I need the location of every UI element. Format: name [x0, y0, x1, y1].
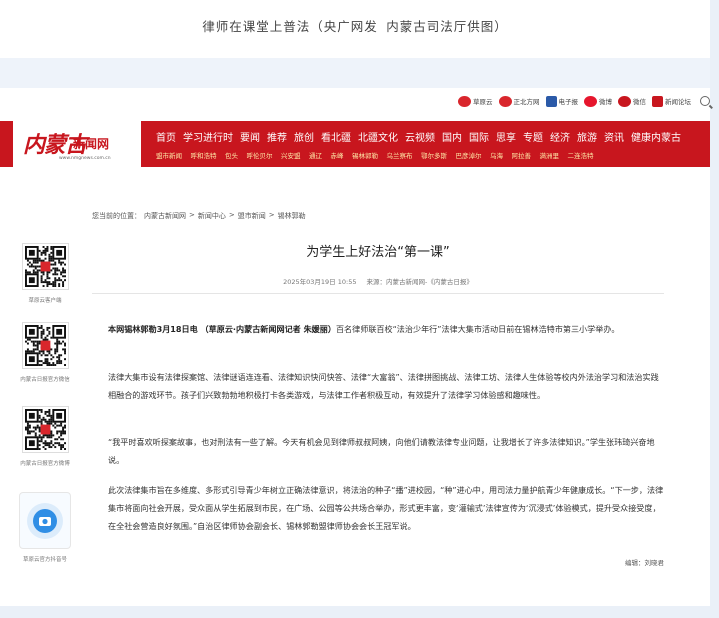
city-nav-item[interactable]: 包头	[225, 150, 238, 160]
site-logo[interactable]: 内蒙古 新闻网 www.nmgnews.com.cn	[13, 121, 141, 167]
city-nav-item[interactable]: 乌海	[490, 150, 503, 160]
zhengbeifang-icon	[498, 95, 512, 107]
qr-block-weibo: 内蒙古日报官方微博	[14, 406, 76, 467]
breadcrumb-link[interactable]: 新闻中心	[198, 211, 226, 221]
breadcrumb: 您当前的位置： 内蒙古新闻网 > 新闻中心 > 盟市新闻 > 锡林郭勒	[92, 211, 306, 221]
forum-icon	[652, 95, 663, 107]
share-label: 微博	[599, 98, 612, 106]
nav-item[interactable]: 看北疆	[321, 129, 351, 144]
breadcrumb-separator: >	[268, 211, 275, 219]
nav-item[interactable]: 旅游	[577, 129, 597, 144]
share-label: 草原云	[473, 98, 493, 106]
share-label: 正北方网	[513, 98, 540, 106]
city-nav-item[interactable]: 盟市新闻	[156, 150, 182, 160]
qr-code-icon	[21, 322, 69, 369]
nav-item[interactable]: 北疆文化	[358, 129, 398, 144]
title-divider	[92, 293, 664, 294]
city-nav-item[interactable]: 赤峰	[331, 150, 344, 160]
breadcrumb-link[interactable]: 盟市新闻	[238, 211, 266, 221]
breadcrumb-link[interactable]: 锡林郭勒	[278, 211, 306, 221]
nav-item[interactable]: 国内	[442, 129, 462, 144]
nav-item[interactable]: 资讯	[604, 129, 624, 144]
qr-code-icon	[21, 243, 69, 290]
article-paragraph: “我平时喜欢听探案故事，也对刑法有一些了解。今天有机会见到律师叔叔阿姨，向他们请…	[108, 437, 655, 465]
city-nav-item[interactable]: 二连浩特	[568, 150, 594, 160]
share-item[interactable]: 草原云	[458, 95, 493, 107]
page-right-margin	[710, 0, 719, 618]
primary-nav: 首页 学习进行时 要闻 推荐 旅创 看北疆 北疆文化 云视频 国内 国际 思享 专题 经济 旅游 资讯 健康内…	[156, 129, 681, 144]
share-item[interactable]: 正北方网	[498, 95, 540, 107]
city-nav: 盟市新闻 呼和浩特 包头 呼伦贝尔 兴安盟 通辽 赤峰 锡林郭勒 乌兰察布 鄂尔多斯 巴彦淖尔 乌海阿…	[156, 150, 594, 160]
qr-block-douyin: 草原云官方抖音号	[14, 492, 76, 563]
article-paragraph: 法律大集市设有法律探案馆、法律谜语连连看、法律知识快问快答、法律“大富翁”、法律…	[108, 372, 659, 400]
article-date: 2025年03月19日 10:55	[283, 278, 357, 286]
qr-label: 内蒙古日报官方微信	[20, 377, 70, 383]
city-nav-item[interactable]: 兴安盟	[281, 150, 301, 160]
qr-code-icon	[21, 406, 69, 453]
nav-item[interactable]: 云视频	[405, 129, 435, 144]
city-nav-item[interactable]: 锡林郭勒	[352, 150, 378, 160]
share-item[interactable]: 新闻论坛	[652, 95, 691, 107]
city-nav-item[interactable]: 通辽	[309, 150, 322, 160]
breadcrumb-separator: >	[189, 211, 195, 219]
nav-item[interactable]: 专题	[523, 129, 543, 144]
article-lead-text: 百名律师联百校“法治少年行”法律大集市活动日前在锡林浩特市第三小学举办。	[335, 324, 620, 334]
article-paragraph: 此次法律集市旨在多维度、多形式引导青少年树立正确法律意识，将法治的种子“播”进校…	[108, 485, 664, 531]
search-icon[interactable]	[700, 96, 710, 106]
wechat-icon	[618, 95, 631, 107]
share-label: 电子报	[558, 98, 579, 106]
qr-block-app: 草原云客户端	[14, 243, 76, 304]
nav-item[interactable]: 思享	[496, 129, 516, 144]
image-caption: 律师在课堂上普法（央广网发 内蒙古司法厅供图）	[202, 19, 508, 34]
city-nav-item[interactable]: 乌兰察布	[387, 150, 413, 160]
breadcrumb-link[interactable]: 内蒙古新闻网	[144, 211, 186, 221]
nav-item[interactable]: 经济	[550, 129, 570, 144]
caoyuanyun-icon	[458, 95, 471, 107]
article-title: 为学生上好法治“第一课”	[306, 245, 450, 260]
city-nav-item[interactable]: 呼和浩特	[191, 150, 217, 160]
city-nav-item[interactable]: 呼伦贝尔	[247, 150, 273, 160]
nav-item[interactable]: 要闻	[240, 129, 260, 144]
logo-sub-text: 新闻网	[73, 137, 110, 151]
newspaper-icon	[545, 95, 557, 107]
weibo-icon	[584, 95, 597, 107]
nav-item[interactable]: 学习进行时	[183, 129, 233, 144]
qr-label: 草原云客户端	[28, 298, 62, 304]
article-source[interactable]: 来源：内蒙古新闻网-《内蒙古日报》	[367, 278, 473, 286]
city-nav-item[interactable]: 阿拉善	[512, 150, 532, 160]
share-item[interactable]: 微博	[584, 95, 612, 107]
nav-item[interactable]: 首页	[156, 129, 176, 144]
page-bottom-margin	[0, 606, 719, 618]
breadcrumb-separator: >	[228, 211, 235, 219]
share-item[interactable]: 电子报	[545, 95, 579, 107]
douyin-code-icon	[19, 492, 71, 549]
nav-item[interactable]: 推荐	[267, 129, 287, 144]
share-label: 微信	[633, 98, 646, 106]
city-nav-item[interactable]: 鄂尔多斯	[421, 150, 447, 160]
article-lead-bold: 本网锡林郭勒3月18日电 （草原云·内蒙古新闻网记者 朱媛丽）	[108, 324, 336, 334]
qr-label: 内蒙古日报官方微博	[20, 461, 70, 467]
nav-item[interactable]: 国际	[469, 129, 489, 144]
nav-item[interactable]: 健康内蒙古	[631, 129, 681, 144]
qr-label: 草原云官方抖音号	[22, 557, 67, 563]
qr-block-wechat: 内蒙古日报官方微信	[14, 322, 76, 383]
article-paragraph: 本网锡林郭勒3月18日电 （草原云·内蒙古新闻网记者 朱媛丽）百名律师联百校“法…	[108, 320, 664, 338]
article-meta: 2025年03月19日 10:55 来源：内蒙古新闻网-《内蒙古日报》	[92, 276, 664, 286]
share-bar: 草原云 正北方网 电子报 微博 微信 新闻论坛	[458, 90, 710, 112]
share-item[interactable]: 微信	[618, 95, 646, 107]
article-editor: 编辑：刘晓君	[625, 559, 664, 567]
city-nav-item[interactable]: 满洲里	[540, 150, 560, 160]
nav-item[interactable]: 旅创	[294, 129, 314, 144]
logo-url-text: www.nmgnews.com.cn	[59, 156, 111, 161]
breadcrumb-prefix: 您当前的位置：	[92, 212, 141, 220]
share-label: 新闻论坛	[665, 98, 691, 106]
city-nav-item[interactable]: 巴彦淖尔	[456, 150, 482, 160]
